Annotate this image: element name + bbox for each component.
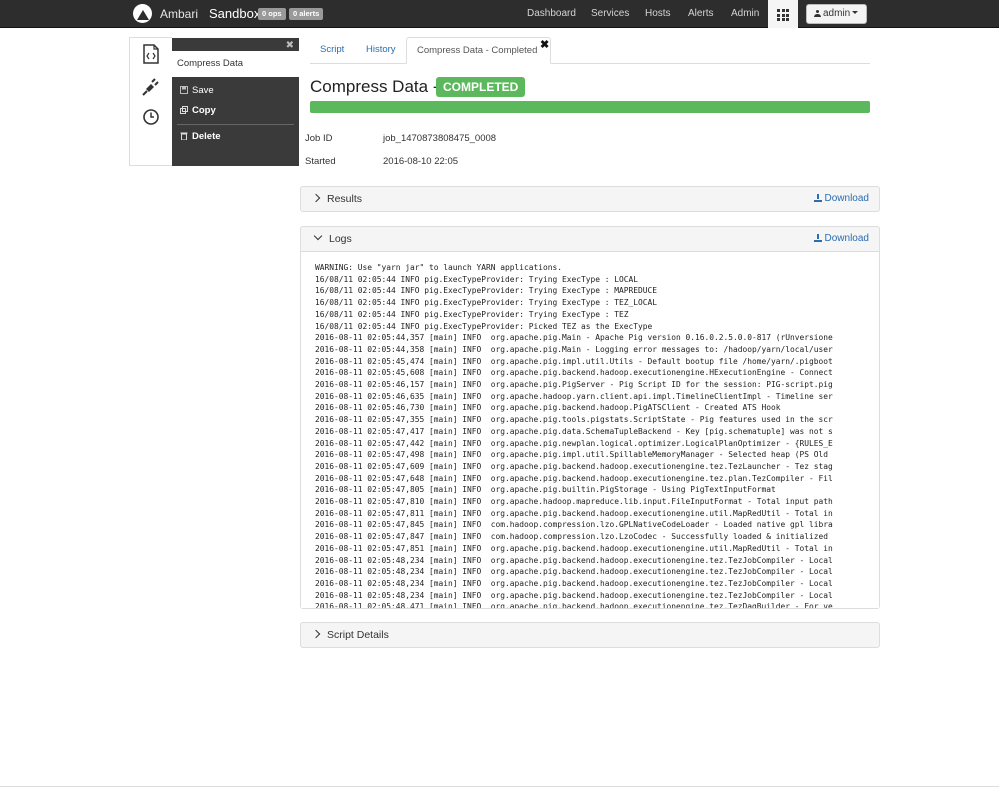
alerts-badge[interactable]: 0 alerts (289, 8, 324, 20)
log-line: 2016-08-11 02:05:47,498 [main] INFO org.… (315, 450, 833, 460)
job-progress-bar (310, 101, 870, 113)
close-icon[interactable]: ✖ (286, 40, 294, 51)
close-tab-icon[interactable]: ✖ (540, 38, 549, 51)
delete-button[interactable]: Delete (180, 131, 221, 142)
log-line: 2016-08-11 02:05:47,845 [main] INFO com.… (315, 520, 833, 530)
tab-job-result-label: Compress Data - Completed (417, 45, 538, 56)
log-line: 2016-08-11 02:05:48,234 [main] INFO org.… (315, 555, 833, 565)
log-line: 2016-08-11 02:05:47,805 [main] INFO org.… (315, 485, 776, 495)
job-id-label: Job ID (305, 133, 333, 144)
log-line: 2016-08-11 02:05:44,358 [main] INFO org.… (315, 344, 833, 354)
chevron-down-icon (313, 231, 323, 241)
started-label: Started (305, 156, 336, 167)
started-value: 2016-08-10 22:05 (383, 156, 459, 167)
log-line: 2016-08-11 02:05:47,417 [main] INFO org.… (315, 426, 833, 436)
ambari-logo-icon[interactable] (133, 4, 152, 23)
log-line: 16/08/11 02:05:44 INFO pig.ExecTypeProvi… (315, 274, 639, 284)
logs-title: Logs (329, 233, 352, 245)
nav-alerts[interactable]: Alerts (688, 8, 714, 19)
log-line: 2016-08-11 02:05:46,157 [main] INFO org.… (315, 380, 833, 390)
panel-divider (177, 124, 294, 125)
log-line: 2016-08-11 02:05:47,847 [main] INFO com.… (315, 532, 833, 542)
log-line: 2016-08-11 02:05:48,234 [main] INFO org.… (315, 567, 833, 577)
status-badge: COMPLETED (436, 77, 526, 97)
nav-hosts[interactable]: Hosts (645, 8, 671, 19)
log-line: 2016-08-11 02:05:47,355 [main] INFO org.… (315, 415, 833, 425)
results-download-label: Download (824, 193, 869, 204)
script-title: Compress Data (172, 51, 299, 77)
footer-divider (0, 786, 999, 787)
log-line: 2016-08-11 02:05:44,357 [main] INFO org.… (315, 333, 833, 343)
save-icon (180, 86, 188, 94)
tab-history[interactable]: History (366, 44, 396, 55)
tab-script[interactable]: Script (320, 44, 344, 55)
logs-output[interactable]: WARNING: Use "yarn jar" to launch YARN a… (301, 251, 879, 608)
log-line: 2016-08-11 02:05:47,648 [main] INFO org.… (315, 473, 833, 483)
log-line: 16/08/11 02:05:44 INFO pig.ExecTypeProvi… (315, 321, 653, 331)
copy-icon (180, 106, 188, 114)
save-label: Save (192, 85, 214, 96)
user-name: admin (823, 8, 851, 19)
script-details-header[interactable]: Script Details (301, 623, 879, 647)
log-line: 2016-08-11 02:05:47,810 [main] INFO org.… (315, 497, 833, 507)
script-details-section: Script Details (300, 622, 880, 648)
log-line: 2016-08-11 02:05:48,234 [main] INFO org.… (315, 578, 833, 588)
nav-admin[interactable]: Admin (731, 8, 759, 19)
ops-badge[interactable]: 0 ops (258, 8, 286, 20)
log-line: 2016-08-11 02:05:48,234 [main] INFO org.… (315, 590, 833, 600)
log-line: 2016-08-11 02:05:45,474 [main] INFO org.… (315, 356, 833, 366)
log-line: 2016-08-11 02:05:45,608 [main] INFO org.… (315, 368, 833, 378)
results-section: Results Download (300, 186, 880, 212)
script-details-title: Script Details (327, 629, 389, 641)
log-line: 2016-08-11 02:05:47,609 [main] INFO org.… (315, 461, 833, 471)
job-title: Compress Data - (310, 77, 439, 96)
logs-header[interactable]: Logs Download (301, 227, 879, 251)
save-button[interactable]: Save (180, 85, 214, 96)
log-line: 2016-08-11 02:05:46,635 [main] INFO org.… (315, 391, 833, 401)
logs-download-link[interactable]: Download (813, 227, 869, 251)
script-icon[interactable] (142, 44, 160, 64)
nav-dashboard[interactable]: Dashboard (527, 8, 576, 19)
log-line: 2016-08-11 02:05:47,811 [main] INFO org.… (315, 508, 833, 518)
view-icon-rail (129, 37, 172, 166)
user-menu-button[interactable]: admin (806, 4, 867, 24)
user-icon (814, 10, 821, 17)
script-actions-panel: ✖ Compress Data Save Copy Delete (172, 38, 299, 166)
copy-label: Copy (192, 105, 216, 116)
results-download-link[interactable]: Download (813, 187, 869, 211)
download-icon (813, 234, 822, 242)
delete-label: Delete (192, 131, 221, 142)
download-icon (813, 194, 822, 202)
log-line: 16/08/11 02:05:44 INFO pig.ExecTypeProvi… (315, 309, 629, 319)
trash-icon (180, 132, 188, 140)
results-header[interactable]: Results Download (301, 187, 879, 211)
logs-download-label: Download (824, 233, 869, 244)
plug-icon[interactable] (142, 76, 160, 96)
caret-down-icon (852, 11, 859, 14)
chevron-right-icon (311, 629, 321, 639)
log-line: 16/08/11 02:05:44 INFO pig.ExecTypeProvi… (315, 298, 658, 308)
brand-name[interactable]: Ambari (160, 7, 198, 21)
copy-button[interactable]: Copy (180, 105, 216, 116)
log-line: 16/08/11 02:05:44 INFO pig.ExecTypeProvi… (315, 286, 658, 296)
log-line: 2016-08-11 02:05:46,730 [main] INFO org.… (315, 403, 781, 413)
cluster-name[interactable]: Sandbox (209, 6, 260, 21)
chevron-right-icon (311, 193, 321, 203)
views-grid-icon[interactable] (768, 0, 798, 28)
log-line: 2016-08-11 02:05:47,442 [main] INFO org.… (315, 438, 833, 448)
log-line: WARNING: Use "yarn jar" to launch YARN a… (315, 263, 563, 272)
job-id-value: job_1470873808475_0008 (383, 133, 497, 144)
top-navbar: Ambari Sandbox 0 ops 0 alerts Dashboard … (0, 0, 999, 28)
nav-services[interactable]: Services (591, 8, 629, 19)
clock-icon[interactable] (142, 108, 160, 126)
tabs-baseline (310, 63, 870, 64)
results-title: Results (327, 193, 363, 205)
log-line: 2016-08-11 02:05:48,471 [main] INFO org.… (315, 602, 833, 608)
log-line: 2016-08-11 02:05:47,851 [main] INFO org.… (315, 543, 833, 553)
tab-job-result[interactable]: Compress Data - Completed (406, 37, 551, 64)
logs-section: Logs Download WARNING: Use "yarn jar" to… (300, 226, 880, 609)
